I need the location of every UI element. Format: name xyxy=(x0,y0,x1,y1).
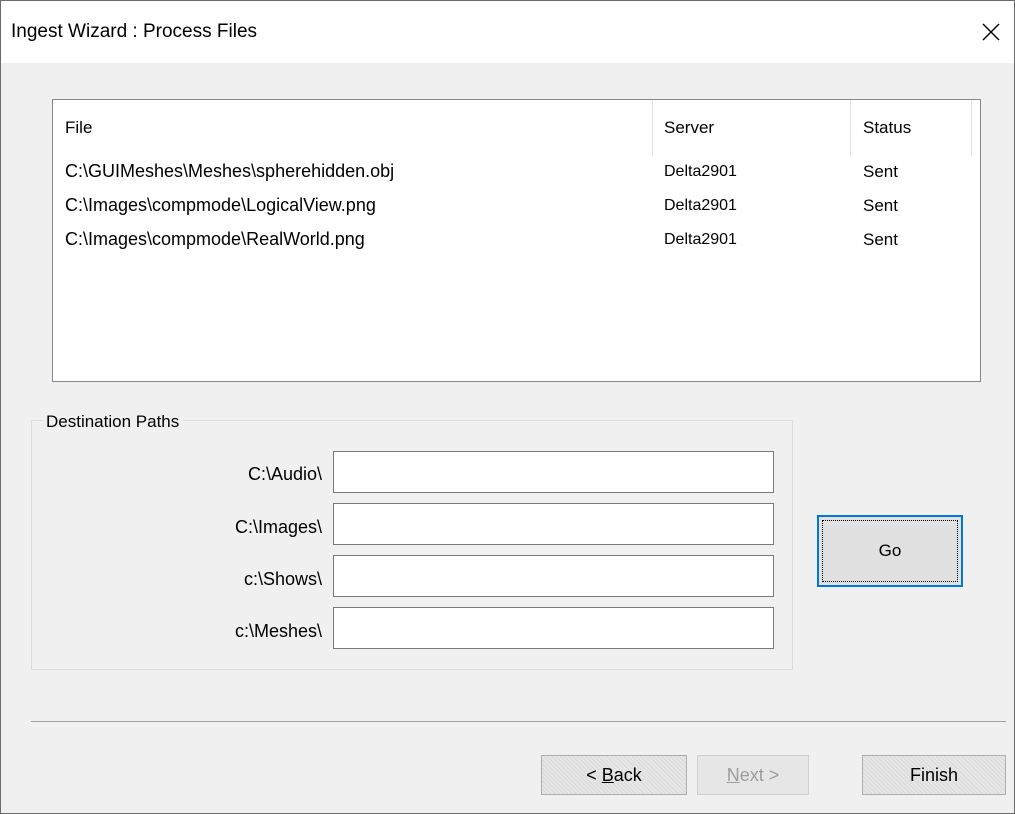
server-cell: Delta2901 xyxy=(664,163,737,180)
go-button-label: Go xyxy=(878,541,902,560)
column-header-server[interactable]: Server xyxy=(664,118,714,138)
finish-button-label: Finish xyxy=(909,764,958,785)
back-button-prefix: < xyxy=(586,764,602,785)
shows-path-input[interactable] xyxy=(333,555,774,597)
list-header: File Server Status xyxy=(53,100,980,158)
audio-path-input[interactable] xyxy=(333,451,774,493)
back-button[interactable]: < Back xyxy=(541,755,687,795)
status-cell: Sent xyxy=(863,162,898,181)
path-label-shows: c:\Shows\ xyxy=(243,569,322,589)
ingest-wizard-window: Ingest Wizard : Process Files File Serve… xyxy=(0,0,1015,814)
column-divider[interactable] xyxy=(652,100,653,156)
server-cell: Delta2901 xyxy=(664,197,737,214)
column-divider[interactable] xyxy=(971,100,972,156)
file-cell: C:\Images\compmode\RealWorld.png xyxy=(65,229,365,249)
back-button-mnemonic: B xyxy=(601,764,614,785)
next-button[interactable]: Next > xyxy=(697,755,809,795)
finish-button[interactable]: Finish xyxy=(862,755,1006,795)
title-bar[interactable]: Ingest Wizard : Process Files xyxy=(1,1,1014,63)
back-button-rest: ack xyxy=(613,764,642,785)
status-cell: Sent xyxy=(863,230,898,249)
server-cell: Delta2901 xyxy=(664,231,737,248)
next-button-mnemonic: N xyxy=(726,764,740,785)
separator-line xyxy=(31,721,1006,722)
table-row[interactable]: C:\GUIMeshes\Meshes\spherehidden.obj Del… xyxy=(53,161,980,195)
path-label-meshes: c:\Meshes\ xyxy=(234,621,322,641)
go-button[interactable]: Go xyxy=(817,515,963,587)
table-row[interactable]: C:\Images\compmode\LogicalView.png Delta… xyxy=(53,195,980,229)
next-button-rest: ext > xyxy=(739,764,780,785)
file-cell: C:\Images\compmode\LogicalView.png xyxy=(65,195,376,215)
images-path-input[interactable] xyxy=(333,503,774,545)
window-title: Ingest Wizard : Process Files xyxy=(11,21,258,42)
column-divider[interactable] xyxy=(850,100,851,156)
files-list-view[interactable]: File Server Status C:\GUIMeshes\Meshes\s… xyxy=(52,99,981,382)
destination-paths-group: Destination Paths C:\Audio\ C:\Images\ c… xyxy=(31,412,793,670)
close-button[interactable] xyxy=(968,1,1014,63)
path-label-audio: C:\Audio\ xyxy=(247,464,322,484)
column-header-status[interactable]: Status xyxy=(863,118,911,138)
file-cell: C:\GUIMeshes\Meshes\spherehidden.obj xyxy=(65,161,395,181)
table-row[interactable]: C:\Images\compmode\RealWorld.png Delta29… xyxy=(53,229,980,263)
group-legend: Destination Paths xyxy=(42,412,184,432)
status-cell: Sent xyxy=(863,196,898,215)
path-label-images: C:\Images\ xyxy=(234,517,322,537)
meshes-path-input[interactable] xyxy=(333,607,774,649)
close-icon xyxy=(982,23,1000,41)
column-header-file[interactable]: File xyxy=(65,118,92,138)
